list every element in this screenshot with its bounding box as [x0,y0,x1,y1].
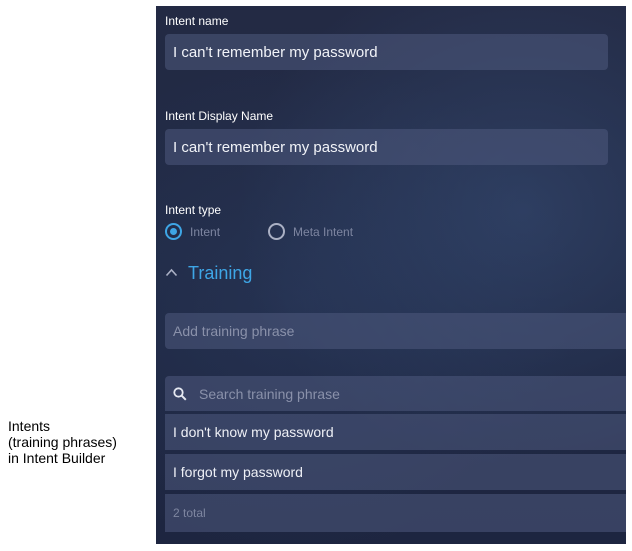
training-phrase-row[interactable]: I don't know my password [165,414,626,450]
intent-display-name-value: I can't remember my password [173,138,378,156]
add-training-phrase-input[interactable]: Add training phrase [165,313,626,349]
chevron-up-icon [165,268,178,277]
intent-name-label: Intent name [165,14,229,28]
intent-display-name-label: Intent Display Name [165,109,274,123]
training-phrase-text: I forgot my password [173,464,303,480]
search-icon [173,386,187,401]
add-training-phrase-placeholder: Add training phrase [173,323,295,339]
intent-type-radio-group: Intent Meta Intent [165,223,353,240]
radio-label-meta-intent: Meta Intent [293,224,354,239]
search-training-phrase-placeholder: Search training phrase [199,385,340,402]
intent-display-name-input[interactable]: I can't remember my password [165,129,608,165]
intent-name-input[interactable]: I can't remember my password [165,34,608,70]
radio-selected-icon[interactable] [165,223,182,240]
intent-type-label: Intent type [165,203,222,217]
training-phrase-total: 2 total [165,494,626,532]
intent-name-value: I can't remember my password [173,43,378,61]
caption-line: in Intent Builder [8,450,106,466]
radio-option-meta-intent[interactable]: Meta Intent [268,223,353,240]
intent-builder-panel: Intent name I can't remember my password… [156,6,626,544]
radio-unselected-icon[interactable] [268,223,286,240]
training-phrase-row[interactable]: I forgot my password [165,454,626,490]
figure-caption: Intents (training phrases) in Intent Bui… [8,418,153,466]
radio-option-intent[interactable]: Intent [165,223,220,240]
caption-line: (training phrases) [8,434,117,450]
caption-line: Intents [8,418,51,434]
total-count: 2 total [173,506,206,520]
training-section-toggle[interactable]: Training [165,263,252,284]
training-section-title: Training [188,263,253,283]
training-phrase-text: I don't know my password [173,424,334,440]
radio-label-intent: Intent [190,224,221,239]
search-training-phrase-input[interactable]: Search training phrase [165,376,626,411]
